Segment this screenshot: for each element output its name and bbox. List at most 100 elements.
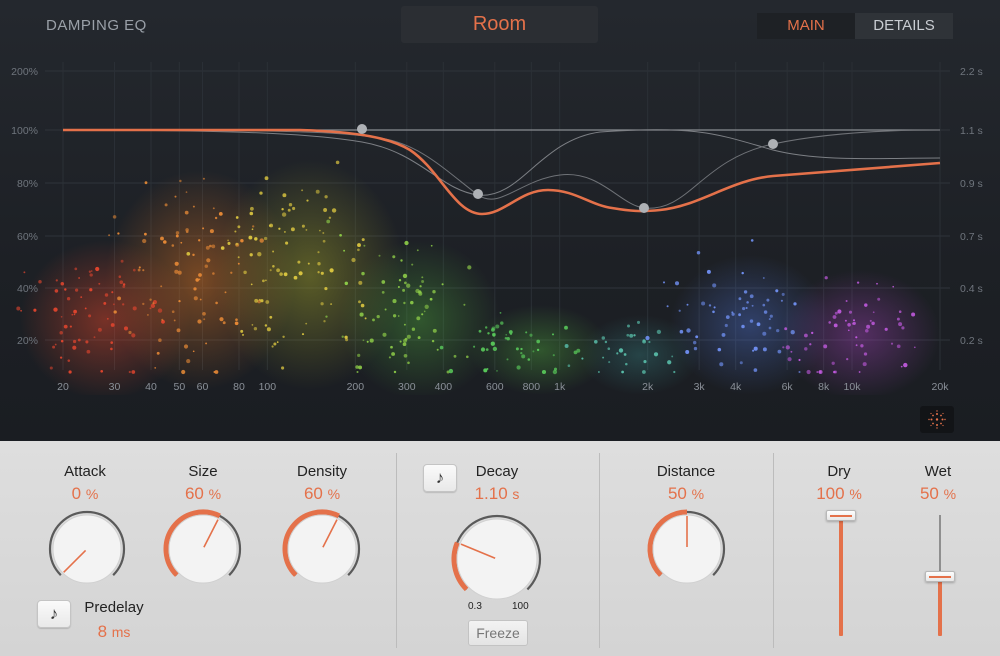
spectrum-particle — [90, 270, 93, 272]
spectrum-particle — [627, 324, 630, 328]
size-knob[interactable] — [161, 507, 245, 591]
damping-eq-panel: DAMPING EQ Room MAIN DETAILS 200% 100% 80%… — [0, 0, 1000, 441]
size-value: 60 % — [184, 484, 222, 503]
spectrum-particle — [492, 346, 498, 352]
spectrum-particle — [254, 237, 258, 241]
density-knob[interactable] — [280, 507, 364, 591]
spectrum-particle — [104, 293, 109, 297]
spectrum-particle — [421, 313, 424, 316]
particles-icon[interactable] — [920, 406, 954, 433]
spectrum-particle — [173, 319, 176, 322]
spectrum-particle — [301, 224, 305, 228]
spectrum-particle — [293, 275, 298, 280]
spectrum-particle — [500, 321, 504, 325]
band-nodes[interactable] — [357, 124, 778, 213]
left-axis-label: 100% — [11, 125, 38, 137]
spectrum-particle — [381, 280, 386, 284]
spectrum-particle — [72, 345, 77, 350]
spectrum-particle — [67, 359, 71, 362]
band-node-2[interactable] — [473, 189, 483, 199]
spectrum-particle — [532, 350, 535, 353]
spectrum-particle — [752, 349, 755, 352]
wet-slider-handle[interactable] — [925, 570, 955, 582]
spectrum-particle — [872, 311, 875, 314]
spectrum-particle — [828, 321, 831, 324]
spectrum-particle — [164, 203, 168, 207]
spectrum-particle — [218, 212, 223, 216]
spectrum-particle — [399, 340, 402, 343]
spectrum-particle — [762, 303, 766, 307]
spectrum-particle — [901, 326, 905, 330]
divider — [599, 453, 600, 648]
size-label: Size — [188, 463, 218, 480]
spectrum-particle — [85, 340, 89, 344]
spectrum-particle — [209, 229, 214, 234]
band-node-4[interactable] — [768, 139, 778, 149]
spectrum-particle — [111, 291, 114, 294]
spectrum-particle — [378, 254, 381, 257]
spectrum-particle — [357, 353, 361, 358]
spectrum-particle — [756, 322, 761, 327]
spectrum-particle — [384, 308, 387, 311]
spectrum-particle — [847, 329, 850, 332]
spectrum-particle — [400, 259, 403, 262]
spectrum-particle — [329, 268, 334, 273]
spectrum-particle — [713, 306, 716, 309]
spectrum-particle — [177, 270, 182, 275]
frequency-label: 50 — [173, 381, 185, 393]
spectrum-particle — [798, 370, 801, 374]
spectrum-particle — [749, 294, 754, 299]
spectrum-particle — [862, 362, 867, 367]
spectrum-particle — [345, 338, 349, 342]
spectrum-particle — [328, 216, 332, 220]
spectrum-particle — [174, 261, 179, 266]
spectrum-particle — [625, 362, 628, 366]
eq-graph[interactable]: 200% 100% 80% 60% 40% 20% 2.2 s 1.1 s 0.9 s 0.7 … — [0, 50, 1000, 395]
spectrum-particle — [798, 358, 801, 362]
spectrum-particle — [790, 330, 795, 335]
spectrum-particle — [272, 265, 275, 268]
spectrum-particle — [508, 330, 513, 334]
spectrum-particle — [272, 250, 275, 253]
dry-slider-handle[interactable] — [826, 510, 856, 521]
spectrum-particle — [16, 306, 21, 311]
band-node-1[interactable] — [357, 124, 367, 134]
spectrum-particle — [106, 317, 109, 320]
left-axis-label: 60% — [17, 231, 38, 243]
tab-details[interactable]: DETAILS — [855, 13, 953, 39]
spectrum-particle — [666, 305, 669, 308]
spectrum-particle — [892, 285, 895, 288]
spectrum-particle — [240, 238, 244, 243]
spectrum-particle — [865, 329, 869, 333]
wet-value: 50 % — [919, 484, 957, 503]
attack-knob[interactable] — [45, 507, 129, 591]
tab-main[interactable]: MAIN — [757, 13, 855, 39]
frequency-label: 800 — [523, 381, 541, 393]
spectrum-particle — [180, 241, 183, 244]
band-node-3[interactable] — [639, 203, 649, 213]
spectrum-particle — [432, 289, 436, 294]
preset-selector[interactable]: Room — [401, 6, 598, 43]
spectrum-particle — [175, 231, 180, 235]
spectrum-particle — [112, 303, 115, 306]
frequency-label: 40 — [145, 381, 157, 393]
spectrum-particle — [392, 314, 397, 318]
spectrum-particle — [863, 352, 868, 356]
freeze-button[interactable]: Freeze — [468, 620, 528, 646]
spectrum-particle — [283, 272, 288, 277]
spectrum-particle — [633, 334, 636, 337]
distance-knob[interactable] — [645, 507, 729, 591]
spectrum-particle — [601, 336, 606, 340]
spectrum-particle — [678, 309, 681, 312]
spectrum-particle — [855, 344, 858, 347]
spectrum-particle — [108, 234, 111, 237]
spectrum-particle — [181, 369, 186, 375]
spectrum-particle — [271, 345, 274, 348]
spectrum-particle — [198, 273, 202, 277]
spectrum-particle — [175, 234, 179, 238]
spectrum-particle — [278, 227, 281, 230]
spectrum-particle — [793, 302, 797, 306]
spectrum-particle — [576, 348, 581, 353]
decay-knob[interactable] — [449, 511, 545, 607]
spectrum-particle — [467, 265, 472, 270]
